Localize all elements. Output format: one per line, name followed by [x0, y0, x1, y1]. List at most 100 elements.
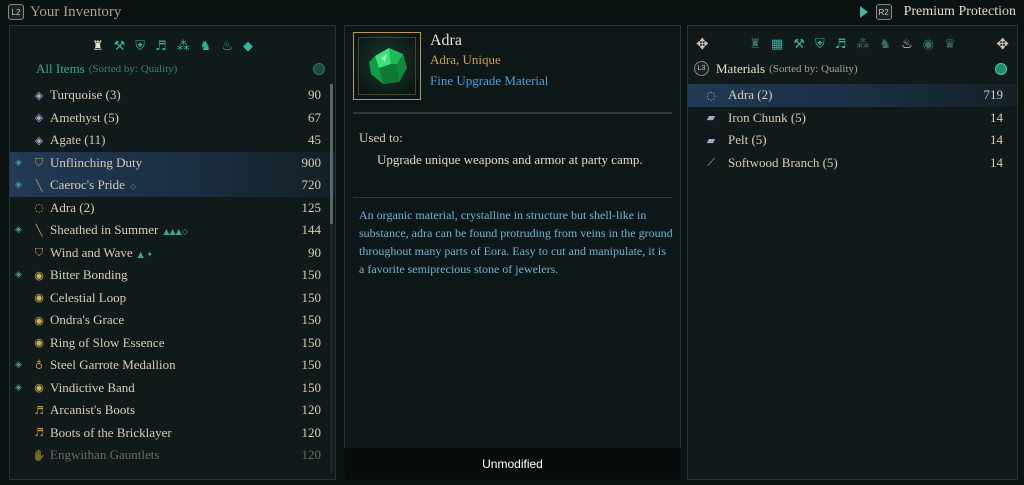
bag-icon[interactable]: ♜: [92, 39, 104, 54]
item-label: Boots of the Bricklayer: [50, 425, 172, 441]
item-name: Wind and Wave: [50, 244, 133, 260]
boots-icon[interactable]: ♬: [155, 39, 167, 54]
inventory-item[interactable]: ◈ ╲ Sheathed in Summer ▲▲▲◇ 144: [10, 219, 335, 242]
eye-icon[interactable]: ◉: [923, 37, 934, 52]
enchantment-badge-icon: ▲ ✦: [137, 249, 154, 259]
item-value: 720: [301, 177, 322, 193]
item-label: Steel Garrote Medallion: [50, 357, 176, 373]
adra-icon: ◌: [34, 201, 44, 215]
jewel-icon[interactable]: ◆: [243, 39, 253, 54]
inventory-item[interactable]: ◈ ◉ Vindictive Band 150: [10, 377, 335, 400]
used-to-text: Upgrade unique weapons and armor at part…: [377, 152, 643, 167]
material-item[interactable]: ◌ Adra (2) 719: [688, 84, 1017, 107]
gems-icon[interactable]: ⁂: [856, 37, 869, 52]
material-item[interactable]: ▰ Iron Chunk (5) 14: [688, 107, 1017, 130]
sort-options-icon[interactable]: [995, 63, 1007, 75]
inventory-item[interactable]: ✋ Engwithan Gauntlets 120: [10, 444, 335, 467]
item-label: Bitter Bonding: [50, 267, 128, 283]
inventory-item[interactable]: ◉ Ondra's Grace 150: [10, 309, 335, 332]
item-name: Boots of the Bricklayer: [50, 424, 172, 440]
item-value: 150: [301, 379, 322, 395]
item-name: Engwithan Gauntlets: [50, 447, 160, 463]
boots-icon: ♬: [34, 426, 44, 440]
marker-icon: ◈: [15, 157, 22, 168]
item-label: Ring of Slow Essence: [50, 335, 164, 351]
item-thumbnail: [353, 32, 421, 100]
marker-icon: ◈: [15, 225, 22, 236]
enchantment-badge-icon: ◇: [129, 182, 137, 192]
item-name: Caeroc's Pride: [50, 177, 125, 193]
enchantment-badge-icon: ▲▲▲◇: [163, 227, 188, 237]
medallion-icon: ♁: [34, 358, 44, 372]
lamp-icon[interactable]: ♨: [901, 37, 913, 52]
shield-icon: ⛉: [34, 155, 44, 169]
inventory-list-header: All Items (Sorted by: Quality): [10, 58, 335, 80]
boots-icon[interactable]: ♬: [835, 37, 847, 52]
marker-icon: ◈: [15, 180, 22, 191]
ring-icon: ◉: [34, 381, 44, 395]
item-name: Adra (2): [50, 199, 95, 215]
inventory-item[interactable]: ◈ Agate (11) 45: [10, 129, 335, 152]
item-detail-panel: Adra Adra, Unique Fine Upgrade Material …: [344, 25, 681, 480]
inventory-item[interactable]: ◉ Celestial Loop 150: [10, 287, 335, 310]
marker-icon: ◈: [15, 382, 22, 393]
inventory-sort-label[interactable]: (Sorted by: Quality): [89, 63, 178, 75]
item-label: Engwithan Gauntlets: [50, 447, 159, 463]
inventory-item[interactable]: ◉ Ring of Slow Essence 150: [10, 332, 335, 355]
inventory-item[interactable]: ◈ Turquoise (3) 90: [10, 84, 335, 107]
lamp-icon[interactable]: ♨: [221, 39, 233, 54]
thumbnail-frame: [358, 37, 416, 95]
inventory-scrollbar[interactable]: [330, 84, 333, 474]
scrollbar-thumb[interactable]: [330, 84, 333, 224]
materials-list: ◌ Adra (2) 719 ▰ Iron Chunk (5) 14 ▰ Pelt (5) 14…: [688, 84, 1017, 174]
armor-icon[interactable]: ⛨: [815, 37, 825, 52]
gems-icon[interactable]: ⁂: [177, 39, 190, 54]
item-name: Steel Garrote Medallion: [50, 357, 176, 373]
item-value: 150: [301, 312, 322, 328]
tools-icon[interactable]: ⚒: [793, 37, 805, 52]
item-value: 900: [301, 154, 322, 170]
material-value: 719: [983, 87, 1004, 103]
inventory-item[interactable]: ◌ Adra (2) 125: [10, 197, 335, 220]
inventory-item[interactable]: ◈ ⛉ Unflinching Duty 900: [10, 151, 335, 174]
play-arrow-icon: [859, 6, 868, 18]
helm-icon[interactable]: ♞: [879, 37, 891, 52]
item-value: 90: [308, 87, 321, 103]
material-item[interactable]: ⟋ Softwood Branch (5) 14: [688, 152, 1017, 175]
materials-sort-label[interactable]: (Sorted by: Quality): [769, 63, 858, 75]
top-bar: L2 Your Inventory R2 Premium Protection: [0, 0, 1024, 24]
item-name: Sheathed in Summer: [50, 222, 159, 238]
branch-icon: ⟋: [707, 155, 715, 169]
ring-icon: ◉: [34, 336, 44, 350]
inventory-item[interactable]: ♬ Arcanist's Boots 120: [10, 399, 335, 422]
material-item[interactable]: ▰ Pelt (5) 14: [688, 129, 1017, 152]
item-name: Unflinching Duty: [50, 154, 143, 170]
modifier-status: Unmodified: [344, 448, 681, 480]
premium-protection-tab[interactable]: R2 Premium Protection: [859, 4, 1016, 20]
materials-header-label: Materials: [716, 61, 766, 76]
helm-icon[interactable]: ♞: [200, 39, 212, 54]
inventory-item[interactable]: ◈ ♁ Steel Garrote Medallion 150: [10, 354, 335, 377]
materials-list-header: L3 Materials (Sorted by: Quality): [688, 58, 1017, 80]
item-value: 90: [308, 244, 321, 260]
item-name: Agate (11): [50, 132, 106, 148]
inventory-item[interactable]: ♬ Boots of the Bricklayer 120: [10, 422, 335, 445]
dpad-right-icon[interactable]: ✥: [996, 35, 1009, 53]
crown-icon[interactable]: ♛: [944, 37, 956, 52]
item-value: 120: [301, 447, 322, 463]
inventory-tab[interactable]: L2 Your Inventory: [8, 4, 121, 21]
inventory-item[interactable]: ◈ ◉ Bitter Bonding 150: [10, 264, 335, 287]
inventory-item[interactable]: ⛉ Wind and Wave ▲ ✦ 90: [10, 242, 335, 265]
item-value: 150: [301, 289, 322, 305]
l3-button-icon: L3: [694, 61, 709, 76]
bag-icon[interactable]: ♜: [749, 37, 761, 52]
gauntlets-icon: ✋: [32, 448, 46, 462]
tools-icon[interactable]: ⚒: [114, 39, 126, 54]
inventory-item[interactable]: ◈ ╲ Caeroc's Pride ◇ 720: [10, 174, 335, 197]
item-label: Agate (11): [50, 132, 105, 148]
inventory-item[interactable]: ◈ Amethyst (5) 67: [10, 107, 335, 130]
dpad-left-icon[interactable]: ✥: [696, 35, 709, 53]
crate-icon[interactable]: ▦: [771, 37, 783, 52]
armor-icon[interactable]: ⛨: [135, 39, 145, 54]
sort-options-icon[interactable]: [313, 63, 325, 75]
